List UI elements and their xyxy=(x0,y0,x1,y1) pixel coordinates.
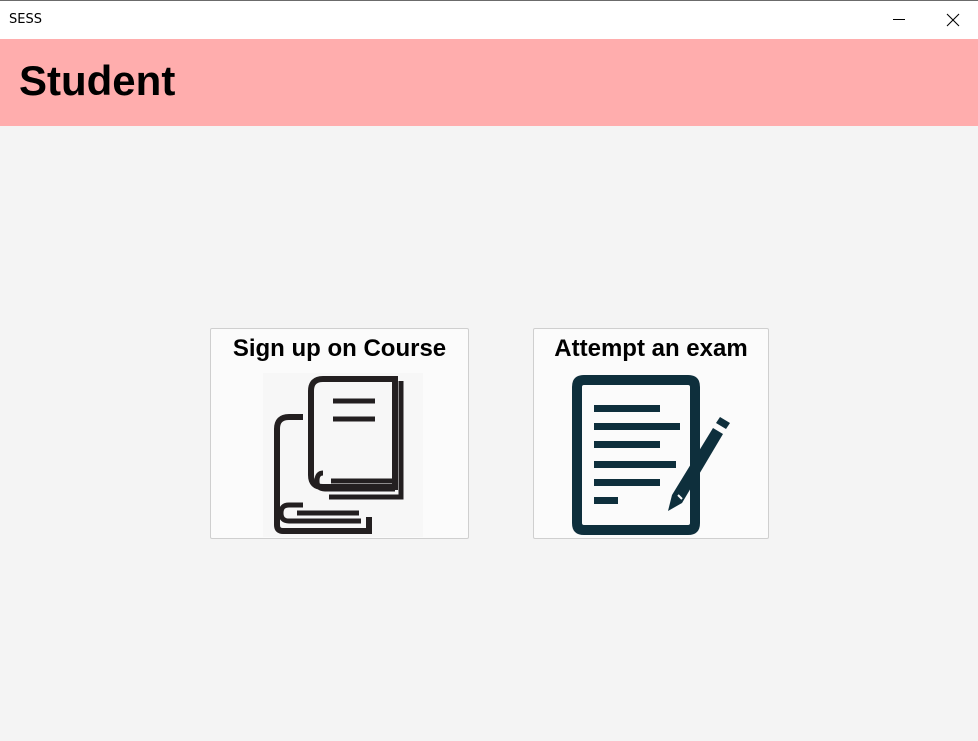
exam-document-pencil-icon xyxy=(572,375,730,535)
close-icon xyxy=(946,13,960,27)
window-title: SESS xyxy=(9,12,42,27)
minimize-button[interactable] xyxy=(876,1,922,39)
main-content: Sign up on Course Attempt an exam xyxy=(0,126,978,741)
page-header: Student xyxy=(0,39,978,126)
window-titlebar: SESS xyxy=(0,0,978,39)
books-icon xyxy=(263,373,423,537)
close-button[interactable] xyxy=(930,1,976,39)
attempt-exam-button[interactable]: Attempt an exam xyxy=(533,328,769,539)
attempt-exam-label: Attempt an exam xyxy=(554,335,748,362)
page-title: Student xyxy=(19,57,176,104)
minimize-icon xyxy=(893,19,905,20)
sign-up-course-label: Sign up on Course xyxy=(232,335,447,362)
sign-up-course-button[interactable]: Sign up on Course xyxy=(210,328,469,539)
